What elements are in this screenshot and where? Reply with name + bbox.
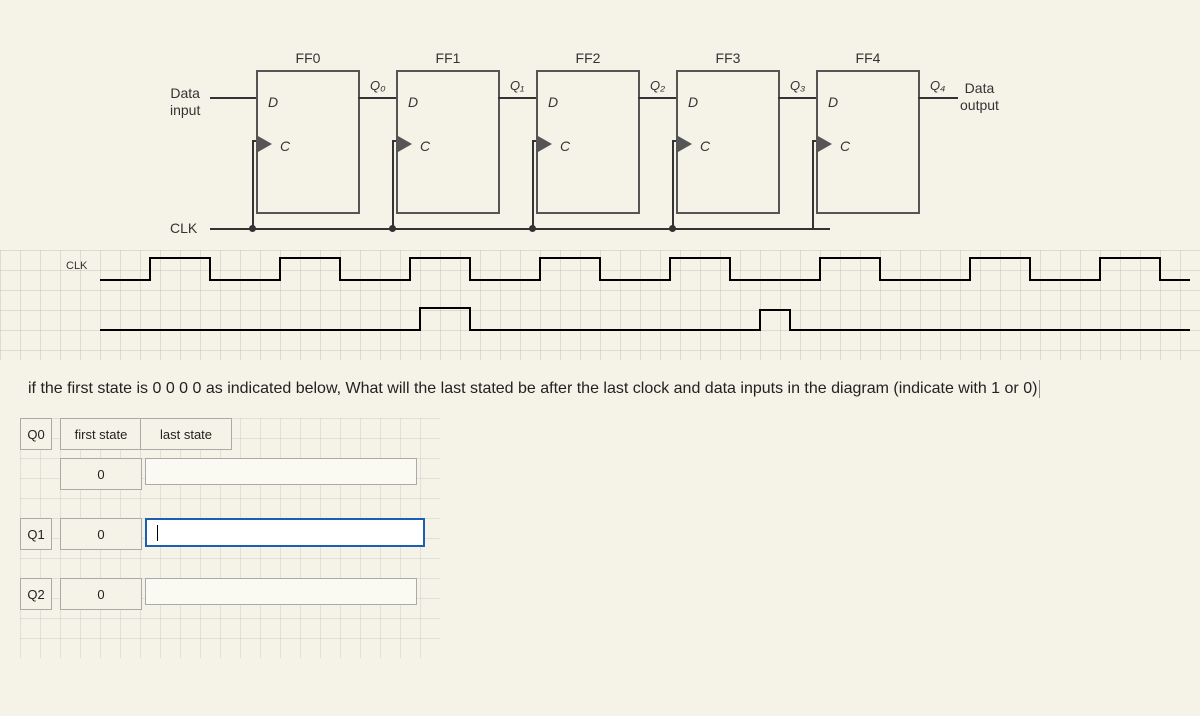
state-table: first state last state Q0 0 Q1 0 Q2 0	[20, 418, 1200, 658]
q-label-4: Q₄	[930, 78, 945, 93]
wire	[498, 97, 536, 99]
ff-title: FF3	[678, 50, 778, 66]
clock-triangle-icon	[818, 136, 832, 152]
c-label: C	[280, 138, 290, 154]
d-label: D	[408, 94, 418, 110]
d-label: D	[268, 94, 278, 110]
c-label: C	[420, 138, 430, 154]
clk-wire-h	[672, 140, 676, 142]
q-label-3: Q₃	[790, 78, 805, 93]
clk-wire-h	[812, 140, 816, 142]
wire	[358, 97, 396, 99]
q-label-2: Q₂	[650, 78, 665, 93]
ff-title: FF1	[398, 50, 498, 66]
first-state-q1: 0	[60, 518, 142, 550]
header-last-state: last state	[140, 418, 232, 450]
clk-wire-h	[252, 140, 256, 142]
clock-triangle-icon	[398, 136, 412, 152]
data-input-label: Datainput	[170, 85, 200, 119]
flipflop-0: FF0 D C	[256, 70, 360, 214]
clk-wire-v	[812, 140, 814, 230]
junction-dot	[389, 225, 396, 232]
last-state-q0-input[interactable]	[145, 458, 417, 485]
junction-dot	[249, 225, 256, 232]
d-label: D	[688, 94, 698, 110]
wire	[638, 97, 676, 99]
flipflop-2: FF2 D C	[536, 70, 640, 214]
ff-title: FF0	[258, 50, 358, 66]
clk-waveform-icon	[0, 250, 1200, 360]
clk-wire	[210, 228, 830, 230]
junction-dot	[669, 225, 676, 232]
ff-title: FF2	[538, 50, 638, 66]
clk-wire-v	[252, 140, 254, 230]
wire	[210, 97, 256, 99]
flipflop-1: FF1 D C	[396, 70, 500, 214]
c-label: C	[840, 138, 850, 154]
clk-label: CLK	[170, 220, 197, 236]
clock-triangle-icon	[538, 136, 552, 152]
row-label-q1: Q1	[20, 518, 52, 550]
first-state-q2: 0	[60, 578, 142, 610]
header-first-state: first state	[60, 418, 142, 450]
ff-title: FF4	[818, 50, 918, 66]
data-output-label: Dataoutput	[960, 80, 999, 114]
wire	[918, 97, 958, 99]
d-label: D	[548, 94, 558, 110]
question-text: if the first state is 0 0 0 0 as indicat…	[28, 380, 1190, 398]
wire	[778, 97, 816, 99]
flipflop-4: FF4 D C	[816, 70, 920, 214]
input-caret	[157, 525, 158, 541]
junction-dot	[529, 225, 536, 232]
d-label: D	[828, 94, 838, 110]
shift-register-diagram: Datainput Dataoutput CLK FF0 D C Q₀ FF1 …	[0, 30, 1200, 250]
clk-wire-v	[532, 140, 534, 230]
timing-diagram: CLK	[0, 250, 1200, 360]
c-label: C	[560, 138, 570, 154]
last-state-q1-input[interactable]	[145, 518, 425, 547]
row-label-q0: Q0	[20, 418, 52, 450]
q-label-1: Q₁	[510, 78, 524, 93]
clk-wire-v	[392, 140, 394, 230]
first-state-q0: 0	[60, 458, 142, 490]
last-state-q2-input[interactable]	[145, 578, 417, 605]
q-label-0: Q₀	[370, 78, 386, 93]
clock-triangle-icon	[258, 136, 272, 152]
clock-triangle-icon	[678, 136, 692, 152]
clk-wire-h	[532, 140, 536, 142]
clk-wire-v	[672, 140, 674, 230]
row-label-q2: Q2	[20, 578, 52, 610]
clk-wire-h	[392, 140, 396, 142]
text-cursor	[1039, 380, 1040, 398]
flipflop-3: FF3 D C	[676, 70, 780, 214]
c-label: C	[700, 138, 710, 154]
